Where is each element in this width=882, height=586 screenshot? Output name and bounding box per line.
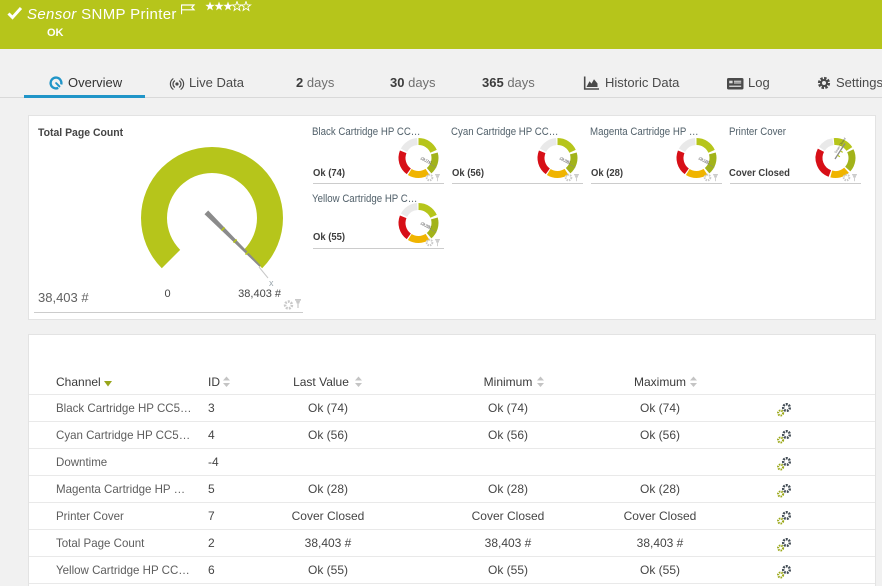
svg-text:Ok (56): Ok (56) [560, 156, 572, 165]
svg-text:Ok (28): Ok (28) [699, 156, 711, 165]
svg-text:x: x [269, 278, 274, 288]
svg-text:Ok (74): Ok (74) [421, 156, 433, 165]
svg-text:Ok (55): Ok (55) [421, 221, 433, 230]
